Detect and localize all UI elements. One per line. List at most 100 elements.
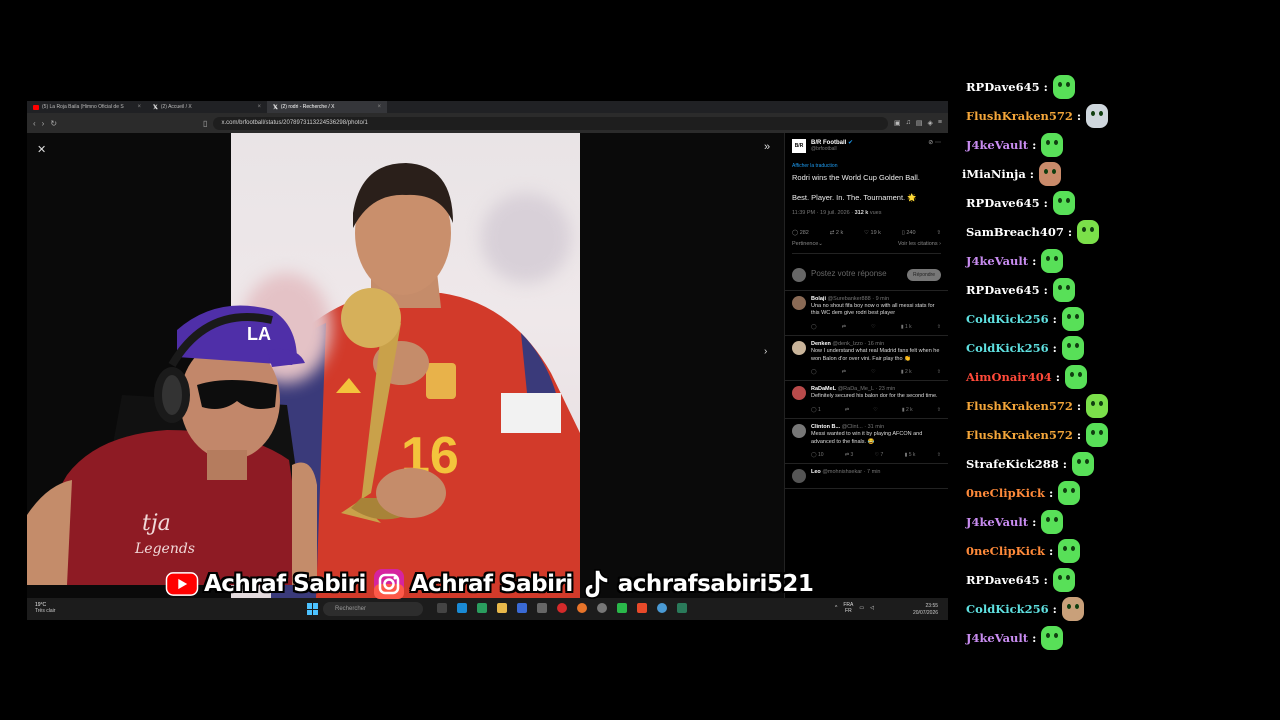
chat-username[interactable]: FlushKraken572 bbox=[966, 399, 1073, 413]
like-icon[interactable]: ♡ bbox=[871, 369, 875, 375]
tab-home[interactable]: 𝕏 (2) Accueil / X × bbox=[147, 101, 267, 113]
firefox-icon[interactable] bbox=[577, 603, 587, 613]
app-icon[interactable] bbox=[537, 603, 547, 613]
chat-username[interactable]: RPDave645 bbox=[966, 573, 1040, 587]
share-icon[interactable]: ⇧ bbox=[937, 452, 941, 458]
chat-username[interactable]: J4keVault bbox=[966, 515, 1028, 529]
opera-icon[interactable] bbox=[557, 603, 567, 613]
like-icon[interactable]: ♡ bbox=[871, 324, 875, 330]
expand-icon[interactable]: » bbox=[764, 141, 770, 153]
chat-username[interactable]: 0neClipKick bbox=[966, 544, 1045, 558]
language-indicator[interactable]: FRA FR bbox=[843, 602, 853, 614]
volume-icon[interactable]: ◁ bbox=[870, 605, 874, 611]
url-field[interactable]: x.com/brfootball/status/2078973113224536… bbox=[213, 116, 889, 130]
chat-username[interactable]: SamBreach407 bbox=[966, 225, 1064, 239]
terminal-icon[interactable] bbox=[677, 603, 687, 613]
taskbar-clock[interactable]: 23:55 20/07/2026 bbox=[913, 603, 938, 616]
reply-button[interactable]: Répondre bbox=[907, 268, 941, 281]
avatar[interactable] bbox=[792, 423, 806, 438]
chrome-icon[interactable] bbox=[657, 603, 667, 613]
back-icon[interactable]: ‹ bbox=[33, 119, 36, 128]
reply-icon[interactable]: ◯ 1 bbox=[811, 407, 821, 413]
brave-icon[interactable] bbox=[637, 603, 647, 613]
music-icon[interactable]: ♫ bbox=[906, 119, 911, 127]
avatar[interactable] bbox=[792, 340, 806, 355]
folder-icon[interactable] bbox=[497, 603, 507, 613]
grok-icon[interactable]: ⊘ ⋯ bbox=[928, 139, 941, 146]
chat-username[interactable]: J4keVault bbox=[966, 631, 1028, 645]
shield-icon[interactable]: ◈ bbox=[928, 119, 933, 127]
tab-search[interactable]: 𝕏 (2) rodri - Recherche / X × bbox=[267, 101, 387, 113]
tweet-author[interactable]: B/R B/R Football ✔ @brfootball ⊘ ⋯ bbox=[792, 139, 941, 153]
retweet-stat[interactable]: ⇄ 2 k bbox=[830, 230, 843, 236]
chat-username[interactable]: iMiaNinja bbox=[962, 167, 1026, 181]
explorer-icon[interactable] bbox=[457, 603, 467, 613]
reply-icon[interactable]: ◯ 10 bbox=[811, 452, 824, 458]
settings-icon[interactable] bbox=[597, 603, 607, 613]
views-icon[interactable]: ▮ 2 k bbox=[901, 369, 912, 375]
extension-icon[interactable]: ▣ bbox=[894, 119, 901, 127]
views-icon[interactable]: ▮ 2 k bbox=[902, 407, 913, 413]
tab-youtube[interactable]: (5) La Roja Baila (Himno Oficial de S × bbox=[27, 101, 147, 113]
chat-username[interactable]: StrafeKick288 bbox=[966, 457, 1059, 471]
chat-username[interactable]: AimOnair404 bbox=[966, 370, 1052, 384]
menu-icon[interactable]: ≡ bbox=[938, 119, 942, 127]
share-icon[interactable]: ⇧ bbox=[937, 324, 941, 330]
store-icon[interactable] bbox=[517, 603, 527, 613]
retweet-icon[interactable]: ⇄ bbox=[845, 407, 849, 413]
next-arrow-icon[interactable]: › bbox=[764, 346, 767, 357]
share-icon[interactable]: ⇧ bbox=[937, 369, 941, 375]
chat-username[interactable]: ColdKick256 bbox=[966, 312, 1049, 326]
reply-item[interactable]: Bolaji @Surebanker888 · 9 min Una no sho… bbox=[785, 291, 948, 336]
reply-icon[interactable]: ◯ bbox=[811, 369, 817, 375]
author-handle[interactable]: @brfootball bbox=[811, 146, 853, 152]
avatar[interactable] bbox=[792, 469, 806, 484]
play-icon[interactable] bbox=[617, 603, 627, 613]
tweet-time[interactable]: 11:39 PM · 19 juil. 2026 · bbox=[792, 210, 853, 216]
reply-item[interactable]: Leo @mohnishsekar · 7 min ◯ ⇄ ♡ ▮ ⇧ bbox=[785, 464, 948, 490]
chat-username[interactable]: RPDave645 bbox=[966, 283, 1040, 297]
avatar[interactable] bbox=[792, 295, 806, 310]
chat-username[interactable]: J4keVault bbox=[966, 254, 1028, 268]
chat-username[interactable]: ColdKick256 bbox=[966, 341, 1049, 355]
reply-item[interactable]: Clinton B... @Clint... · 31 min Messi wa… bbox=[785, 419, 948, 465]
network-icon[interactable]: ▭ bbox=[859, 605, 864, 611]
quotes-link[interactable]: Voir les citations › bbox=[898, 241, 941, 247]
like-stat[interactable]: ♡ 19 k bbox=[864, 230, 881, 236]
sidebar-icon[interactable]: ▤ bbox=[916, 119, 923, 127]
close-icon[interactable]: × bbox=[137, 104, 141, 110]
retweet-icon[interactable]: ⇄ 3 bbox=[845, 452, 853, 458]
bookmark-icon[interactable]: ▯ bbox=[203, 119, 207, 128]
like-icon[interactable]: ♡ 7 bbox=[875, 452, 884, 458]
sort-dropdown[interactable]: Pertinence⌄ bbox=[792, 241, 823, 247]
retweet-icon[interactable]: ⇄ bbox=[842, 369, 846, 375]
bookmark-stat[interactable]: ▯ 240 bbox=[902, 230, 916, 236]
weather-widget[interactable]: 19°C Très clair bbox=[35, 602, 55, 614]
share-icon[interactable]: ⇧ bbox=[936, 230, 941, 236]
close-icon[interactable]: × bbox=[257, 104, 261, 110]
reply-author[interactable]: Clinton B... bbox=[811, 424, 840, 430]
chat-username[interactable]: ColdKick256 bbox=[966, 602, 1049, 616]
edge-icon[interactable] bbox=[477, 603, 487, 613]
retweet-icon[interactable]: ⇄ bbox=[842, 324, 846, 330]
chat-username[interactable]: J4keVault bbox=[966, 138, 1028, 152]
close-icon[interactable]: ✕ bbox=[37, 143, 46, 156]
close-icon[interactable]: × bbox=[377, 104, 381, 110]
chat-username[interactable]: FlushKraken572 bbox=[966, 109, 1073, 123]
chat-username[interactable]: RPDave645 bbox=[966, 80, 1040, 94]
forward-icon[interactable]: › bbox=[42, 119, 45, 128]
chat-username[interactable]: RPDave645 bbox=[966, 196, 1040, 210]
windows-start-icon[interactable] bbox=[307, 603, 319, 615]
reply-stat[interactable]: ◯ 282 bbox=[792, 230, 809, 236]
reply-icon[interactable]: ◯ bbox=[811, 324, 817, 330]
like-icon[interactable]: ♡ bbox=[873, 407, 877, 413]
taskbar-search[interactable]: Rechercher bbox=[323, 602, 423, 616]
avatar[interactable] bbox=[792, 386, 806, 401]
reply-input[interactable]: Postez votre réponse bbox=[811, 269, 902, 279]
reply-item[interactable]: Denken @denk_lzzo · 16 min Now I underst… bbox=[785, 336, 948, 382]
reply-author[interactable]: Bolaji bbox=[811, 296, 826, 302]
views-icon[interactable]: ▮ 1 k bbox=[901, 324, 912, 330]
reply-author[interactable]: Denken bbox=[811, 341, 831, 347]
reply-item[interactable]: RaDaMeL @RaDa_Me_L · 23 min Definitely s… bbox=[785, 381, 948, 419]
views-icon[interactable]: ▮ 5 k bbox=[905, 452, 916, 458]
